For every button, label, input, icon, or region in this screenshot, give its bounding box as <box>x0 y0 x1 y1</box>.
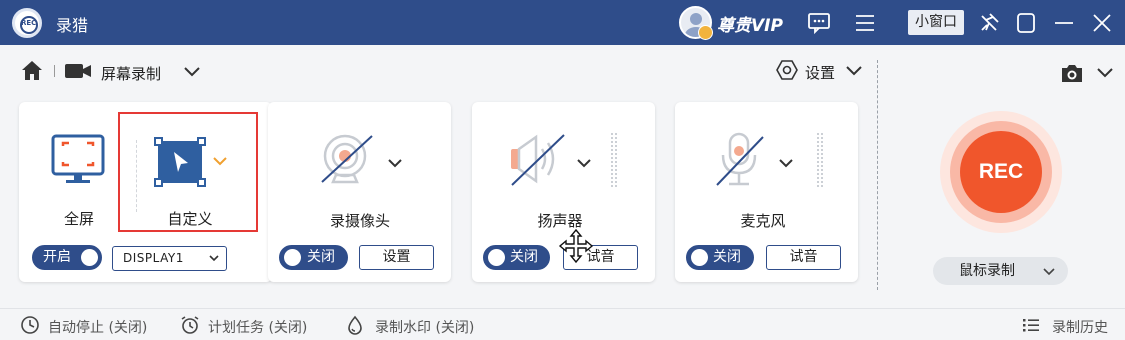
list-icon <box>1023 319 1039 332</box>
fullscreen-label[interactable]: 全屏 <box>55 208 103 229</box>
title-bar: REC 录猎 尊贵VIP 小窗口 <box>0 0 1125 45</box>
watermark-link[interactable]: 录制水印 (关闭) <box>375 317 474 337</box>
move-cursor-icon <box>558 228 594 264</box>
toolbar-divider <box>54 65 55 77</box>
chevron-down-icon[interactable] <box>777 157 795 169</box>
chevron-down-icon[interactable] <box>386 157 404 169</box>
settings-icon[interactable] <box>776 59 798 81</box>
settings-label[interactable]: 设置 <box>805 62 835 83</box>
vip-label[interactable]: 尊贵VIP <box>717 11 783 36</box>
vip-badge-icon <box>698 25 713 40</box>
mic-label: 麦克风 <box>740 212 786 230</box>
auto-stop-link[interactable]: 自动停止 (关闭) <box>48 317 147 337</box>
app-logo: REC <box>12 8 42 38</box>
webcam-off-icon[interactable] <box>318 132 376 188</box>
display-select[interactable]: DISPLAY1 <box>112 246 227 271</box>
chevron-down-icon[interactable] <box>575 157 593 169</box>
custom-region-label[interactable]: 自定义 <box>156 208 224 229</box>
microphone-off-icon[interactable] <box>713 131 767 189</box>
video-camera-icon <box>65 64 91 78</box>
close-icon[interactable] <box>1089 10 1115 36</box>
chat-icon[interactable] <box>806 10 832 36</box>
scheduled-task-link[interactable]: 计划任务 (关闭) <box>208 317 307 337</box>
chevron-down-icon <box>1043 268 1055 276</box>
status-footer: 自动停止 (关闭) 计划任务 (关闭) 录制水印 (关闭) 录制历史 <box>0 308 1125 340</box>
record-button[interactable]: REC <box>960 131 1042 213</box>
chevron-down-icon[interactable] <box>845 64 863 78</box>
app-title: 录猎 <box>56 16 89 35</box>
mic-level-meter <box>816 132 824 188</box>
mouse-record-select[interactable]: 鼠标录制 <box>933 257 1068 285</box>
chevron-down-icon[interactable] <box>1096 66 1114 80</box>
camera-label: 录摄像头 <box>329 212 390 230</box>
screenshot-camera-icon[interactable] <box>1060 62 1084 84</box>
alarm-clock-icon <box>181 316 199 334</box>
chevron-down-icon[interactable] <box>182 65 202 79</box>
mic-toggle[interactable]: 关闭 <box>686 245 754 270</box>
minimize-icon[interactable] <box>1013 10 1039 36</box>
chevron-down-icon[interactable] <box>211 155 229 167</box>
mic-test-button[interactable]: 试音 <box>766 245 841 270</box>
camera-toggle[interactable]: 关闭 <box>279 245 348 270</box>
collapse-icon[interactable] <box>1051 10 1077 36</box>
chevron-down-icon <box>209 255 219 262</box>
speaker-off-icon[interactable] <box>508 131 568 189</box>
mode-toolbar: 屏幕录制 设置 <box>0 45 1125 101</box>
watermark-drop-icon <box>348 315 362 335</box>
menu-icon[interactable] <box>852 10 878 36</box>
mode-selector-label[interactable]: 屏幕录制 <box>101 63 161 84</box>
screen-toggle[interactable]: 开启 <box>32 245 102 270</box>
recording-history-link[interactable]: 录制历史 <box>1052 317 1108 337</box>
speaker-toggle[interactable]: 关闭 <box>483 245 550 270</box>
panel-divider <box>877 60 878 290</box>
fullscreen-monitor-icon[interactable] <box>51 134 105 186</box>
camera-settings-button[interactable]: 设置 <box>359 245 434 270</box>
custom-region-icon[interactable] <box>154 137 210 187</box>
small-window-button[interactable]: 小窗口 <box>908 10 964 35</box>
speaker-level-meter <box>610 132 618 188</box>
home-icon[interactable] <box>20 59 44 81</box>
pin-icon[interactable] <box>976 10 1002 36</box>
clock-icon <box>21 316 39 334</box>
